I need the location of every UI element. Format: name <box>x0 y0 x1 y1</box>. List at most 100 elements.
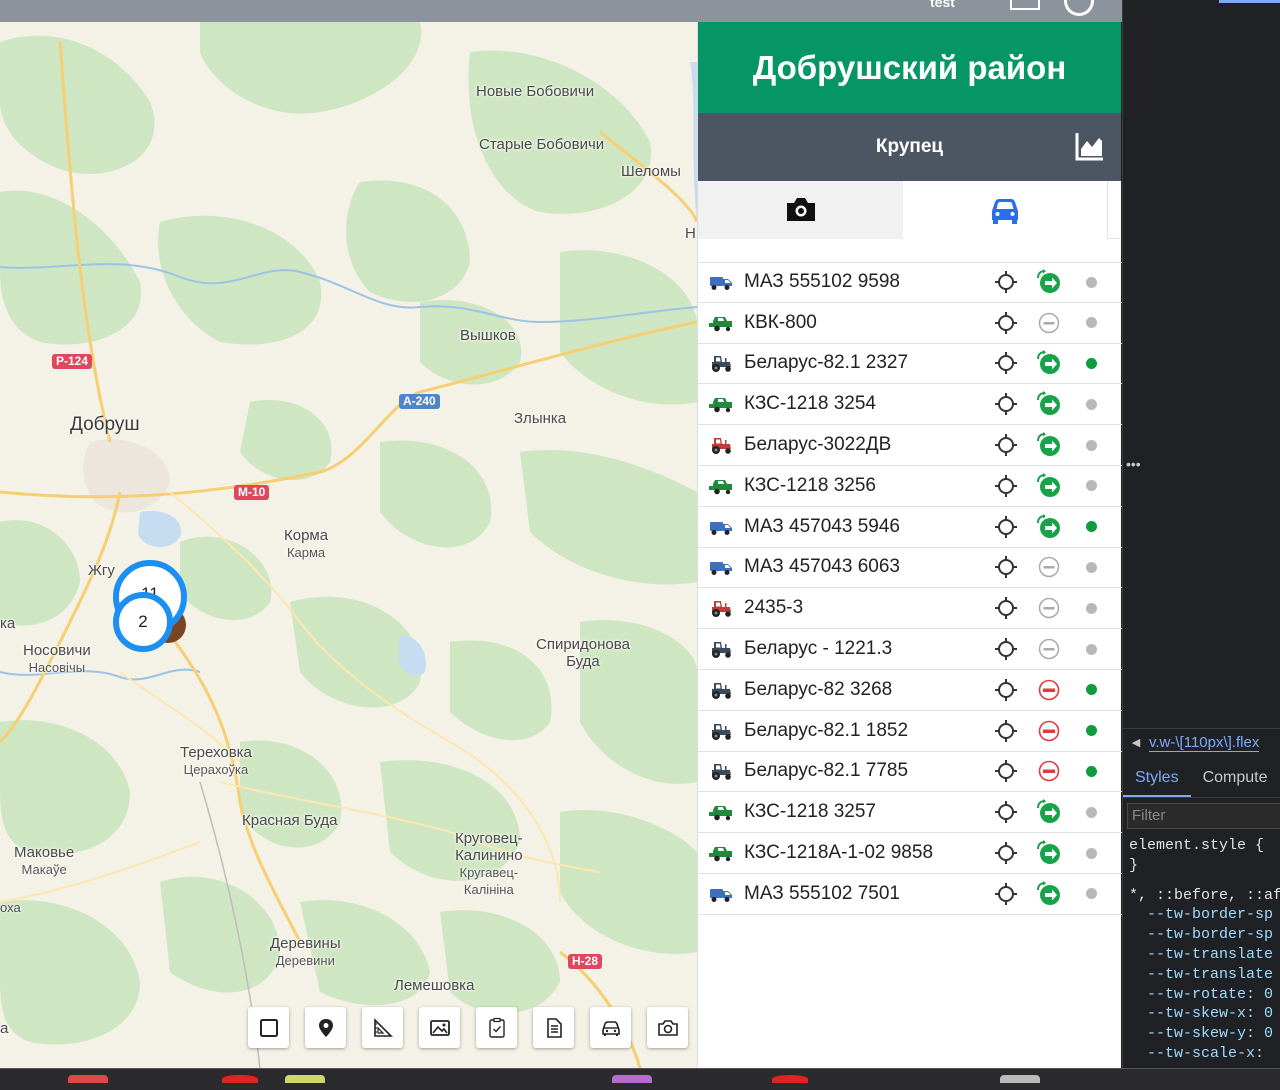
map-label-makovye-by: Макаўе <box>21 862 67 877</box>
taskbar-app[interactable] <box>612 1075 652 1083</box>
vehicle-name[interactable]: 2435-3 <box>744 597 803 619</box>
measure-button[interactable] <box>362 1007 403 1048</box>
locate-icon[interactable] <box>994 311 1018 335</box>
styles-filter-input[interactable]: Filter <box>1127 803 1280 829</box>
add-marker-button[interactable] <box>305 1007 346 1048</box>
vehicle-name[interactable]: МАЗ 555102 9598 <box>744 271 900 293</box>
stop-icon[interactable] <box>1036 677 1062 703</box>
taskbar-app[interactable] <box>68 1075 108 1083</box>
no-route-icon[interactable] <box>1036 554 1062 580</box>
route-in-icon[interactable] <box>1036 472 1062 499</box>
area-chart-icon[interactable] <box>1075 131 1105 161</box>
export-icon[interactable] <box>1010 0 1040 10</box>
vehicle-name[interactable]: МАЗ 457043 6063 <box>744 556 900 578</box>
vehicle-name[interactable]: КЗС-1218 3254 <box>744 393 876 415</box>
no-route-icon[interactable] <box>1036 636 1062 662</box>
vehicle-row[interactable]: МАЗ 555102 9598 <box>698 262 1122 303</box>
breadcrumb-selector[interactable]: v.w-\[110px\].flex <box>1149 734 1260 752</box>
tab-styles[interactable]: Styles <box>1123 758 1191 797</box>
vehicle-row[interactable]: МАЗ 457043 5946 <box>698 507 1122 548</box>
tab-computed[interactable]: Compute <box>1191 758 1280 797</box>
locate-icon[interactable] <box>994 515 1018 539</box>
vehicle-name[interactable]: Беларус-82.1 7785 <box>744 760 908 782</box>
locate-icon[interactable] <box>994 678 1018 702</box>
vehicle-name[interactable]: Беларус-82 3268 <box>744 679 892 701</box>
route-in-icon[interactable] <box>1036 799 1062 825</box>
map-label-nosovichi: Носовичи Насовічы <box>23 642 91 676</box>
vehicle-name[interactable]: Беларус - 1221.3 <box>744 638 892 660</box>
locate-icon[interactable] <box>994 270 1018 294</box>
vehicle-name[interactable]: КЗС-1218А-1-02 9858 <box>744 842 933 864</box>
route-in-icon[interactable] <box>1036 432 1062 458</box>
cluster-marker-b[interactable]: 2 <box>113 592 173 652</box>
locate-icon[interactable] <box>994 637 1018 661</box>
locate-icon[interactable] <box>994 392 1018 416</box>
tasks-button[interactable] <box>476 1007 517 1048</box>
locate-icon[interactable] <box>994 474 1018 498</box>
locate-icon[interactable] <box>994 882 1018 906</box>
map-label-dereviny-ru: Деревины <box>270 935 341 952</box>
no-route-icon[interactable] <box>1036 595 1062 621</box>
map[interactable]: Новые Бобовичи Старые Бобовичи Шеломы Н … <box>0 22 697 1068</box>
locate-icon[interactable] <box>994 759 1018 783</box>
map-label-edge-a: а <box>0 1020 9 1037</box>
route-in-icon[interactable] <box>1036 269 1062 295</box>
photos-button[interactable] <box>647 1007 688 1048</box>
vehicle-row[interactable]: Беларус-82.1 7785 <box>698 752 1122 793</box>
vehicle-name[interactable]: МАЗ 555102 7501 <box>744 883 900 905</box>
route-in-icon[interactable] <box>1036 840 1062 866</box>
code-line: } <box>1129 856 1139 874</box>
no-route-icon[interactable] <box>1036 310 1062 336</box>
vehicle-row[interactable]: Беларус-82.1 1852 <box>698 711 1122 752</box>
vehicle-row[interactable]: КЗС-1218А-1-02 9858 <box>698 833 1122 874</box>
locate-icon[interactable] <box>994 800 1018 824</box>
vehicle-name[interactable]: МАЗ 457043 5946 <box>744 516 900 538</box>
vehicle-row[interactable]: Беларус - 1221.3 <box>698 629 1122 670</box>
tractor-icon <box>712 682 731 699</box>
more-icon[interactable]: ••• <box>1126 456 1141 472</box>
vehicle-name[interactable]: КЗС-1218 3256 <box>744 475 876 497</box>
route-in-icon[interactable] <box>1036 350 1062 376</box>
vehicle-name[interactable]: КВК-800 <box>744 312 817 334</box>
draw-rectangle-button[interactable] <box>248 1007 289 1048</box>
report-button[interactable] <box>533 1007 574 1048</box>
refresh-icon[interactable] <box>1064 0 1094 16</box>
vehicle-name[interactable]: КЗС-1218 3257 <box>744 801 876 823</box>
tab-vehicles[interactable] <box>903 181 1108 239</box>
user-label[interactable]: test <box>930 0 955 10</box>
vehicle-row[interactable]: КЗС-1218 3257 <box>698 792 1122 834</box>
tractor-icon <box>712 764 731 781</box>
online-status-dot <box>1086 684 1097 696</box>
vehicle-row[interactable]: МАЗ 555102 7501 <box>698 874 1122 915</box>
vehicle-row[interactable]: 2435-3 <box>698 588 1122 630</box>
vehicle-name[interactable]: Беларус-3022ДВ <box>744 434 891 456</box>
locate-icon[interactable] <box>994 596 1018 620</box>
locate-icon[interactable] <box>994 719 1018 743</box>
vehicles-button[interactable] <box>590 1007 631 1048</box>
vehicle-row[interactable]: Беларус-82.1 2327 <box>698 344 1122 385</box>
route-in-icon[interactable] <box>1036 513 1062 540</box>
camera-icon <box>657 1019 678 1036</box>
vehicle-row[interactable]: Беларус-3022ДВ <box>698 425 1122 466</box>
vehicle-name[interactable]: Беларус-82.1 1852 <box>744 720 908 742</box>
vehicle-row[interactable]: Беларус-82 3268 <box>698 670 1122 711</box>
stop-icon[interactable] <box>1036 718 1062 744</box>
caret-left-icon[interactable]: ◀ <box>1123 736 1149 749</box>
image-layer-button[interactable] <box>419 1007 460 1048</box>
route-in-icon[interactable] <box>1036 880 1062 907</box>
taskbar-app[interactable] <box>285 1075 325 1083</box>
vehicle-name[interactable]: Беларус-82.1 2327 <box>744 352 908 374</box>
vehicle-row[interactable]: КЗС-1218 3256 <box>698 466 1122 507</box>
vehicle-row[interactable]: КЗС-1218 3254 <box>698 384 1122 426</box>
stop-icon[interactable] <box>1036 758 1062 784</box>
vehicle-row[interactable]: МАЗ 457043 6063 <box>698 548 1122 589</box>
locate-icon[interactable] <box>994 841 1018 865</box>
vehicle-row[interactable]: КВК-800 <box>698 303 1122 344</box>
tractor-icon <box>712 438 731 455</box>
locate-icon[interactable] <box>994 555 1018 579</box>
locate-icon[interactable] <box>994 433 1018 457</box>
taskbar-app[interactable] <box>1000 1075 1040 1083</box>
tab-photos[interactable] <box>698 181 903 239</box>
locate-icon[interactable] <box>994 351 1018 375</box>
route-in-icon[interactable] <box>1036 391 1062 417</box>
